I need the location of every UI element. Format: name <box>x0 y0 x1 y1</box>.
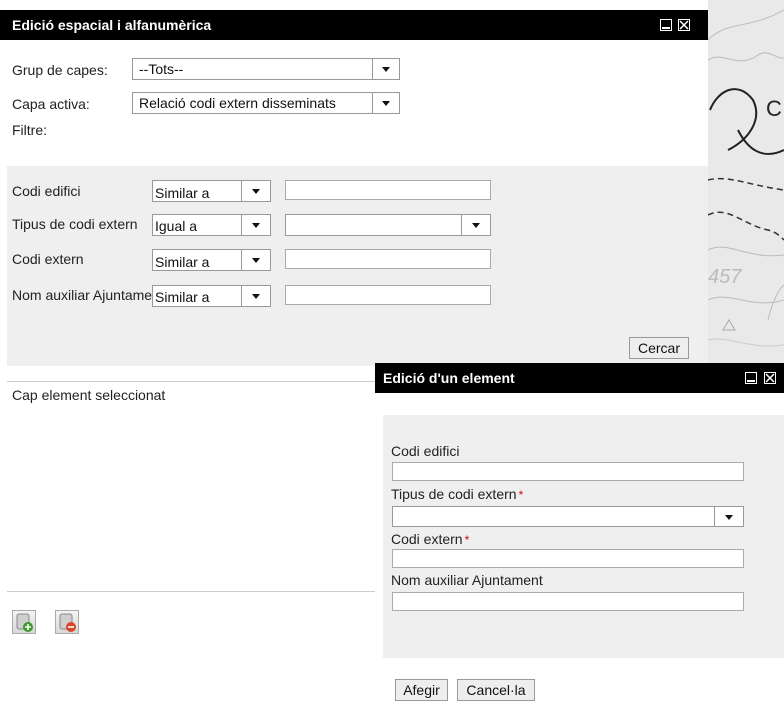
delete-element-button[interactable] <box>55 610 79 634</box>
edit-label-building-code: Codi edifici <box>391 443 460 459</box>
filter-operator-city-aux-name[interactable]: Similar a <box>152 285 271 307</box>
edit-input-building-code[interactable] <box>392 462 744 481</box>
edit-label-external-code-type: Tipus de codi extern * <box>391 486 523 502</box>
chevron-down-icon[interactable] <box>714 507 743 526</box>
edit-input-external-code[interactable] <box>392 549 744 568</box>
filter-label-city-aux-name: Nom auxiliar Ajuntament <box>12 287 154 303</box>
close-icon[interactable] <box>678 19 690 31</box>
operator-value: Igual a <box>155 218 198 234</box>
main-window-title: Edició espacial i alfanumèrica <box>12 17 212 33</box>
edit-label-external-code: Codi extern * <box>391 531 469 547</box>
required-mark: * <box>518 488 524 502</box>
operator-value: Similar a <box>155 185 210 201</box>
chevron-down-icon[interactable] <box>372 93 399 113</box>
chevron-down-icon[interactable] <box>241 286 270 306</box>
delete-element-icon <box>59 613 76 632</box>
layer-group-select[interactable]: --Tots-- <box>132 58 400 80</box>
filter-input-building-code[interactable] <box>285 180 491 200</box>
cancel-button[interactable]: Cancel·la <box>457 679 535 701</box>
divider <box>7 591 375 592</box>
chevron-down-icon[interactable] <box>461 215 490 235</box>
operator-value: Similar a <box>155 254 210 270</box>
edit-window-title: Edició d'un element <box>383 370 515 386</box>
filter-label-building-code: Codi edifici <box>12 183 81 199</box>
active-layer-select[interactable]: Relació codi extern disseminats <box>132 92 400 114</box>
chevron-down-icon[interactable] <box>241 215 270 235</box>
map-elevation-label: 457 <box>708 266 742 288</box>
add-element-button[interactable] <box>12 610 36 634</box>
chevron-down-icon[interactable] <box>372 59 399 79</box>
filter-input-city-aux-name[interactable] <box>285 285 491 305</box>
minimize-icon[interactable] <box>745 372 757 384</box>
layer-group-value: --Tots-- <box>139 61 184 77</box>
close-icon[interactable] <box>764 372 776 384</box>
filter-input-external-code[interactable] <box>285 249 491 269</box>
chevron-down-icon[interactable] <box>241 181 270 201</box>
required-mark: * <box>464 533 470 547</box>
active-layer-label: Capa activa: <box>12 96 90 112</box>
add-button[interactable]: Afegir <box>395 679 448 701</box>
filter-value-external-code-type[interactable] <box>285 214 491 236</box>
edit-element-window: Edició d'un element Codi edifici Tipus d… <box>375 363 784 718</box>
filter-operator-external-code-type[interactable]: Igual a <box>152 214 271 236</box>
edit-input-city-aux-name[interactable] <box>392 592 744 611</box>
operator-value: Similar a <box>155 289 210 305</box>
main-titlebar[interactable]: Edició espacial i alfanumèrica <box>0 10 708 40</box>
layer-group-label: Grup de capes: <box>12 62 108 78</box>
filter-label-external-code-type: Tipus de codi extern <box>12 216 138 232</box>
minimize-icon[interactable] <box>660 19 672 31</box>
edit-label-city-aux-name: Nom auxiliar Ajuntament <box>391 572 543 588</box>
filter-label: Filtre: <box>12 122 47 138</box>
map-partial-letter: C <box>766 96 782 121</box>
selection-status: Cap element seleccionat <box>12 387 166 403</box>
filter-panel: Codi edifici Similar a Tipus de codi ext… <box>7 166 708 366</box>
active-layer-value: Relació codi extern disseminats <box>139 95 336 111</box>
chevron-down-icon[interactable] <box>241 250 270 270</box>
filter-operator-building-code[interactable]: Similar a <box>152 180 271 202</box>
edit-form-panel: Codi edifici Tipus de codi extern * Codi … <box>383 415 784 658</box>
filter-label-external-code: Codi extern <box>12 251 84 267</box>
edit-select-external-code-type[interactable] <box>392 506 744 527</box>
add-element-icon <box>16 613 33 632</box>
label-text: Tipus de codi extern <box>391 486 517 502</box>
filter-operator-external-code[interactable]: Similar a <box>152 249 271 271</box>
label-text: Codi extern <box>391 531 463 547</box>
edit-titlebar[interactable]: Edició d'un element <box>375 363 784 393</box>
search-button[interactable]: Cercar <box>629 337 689 359</box>
